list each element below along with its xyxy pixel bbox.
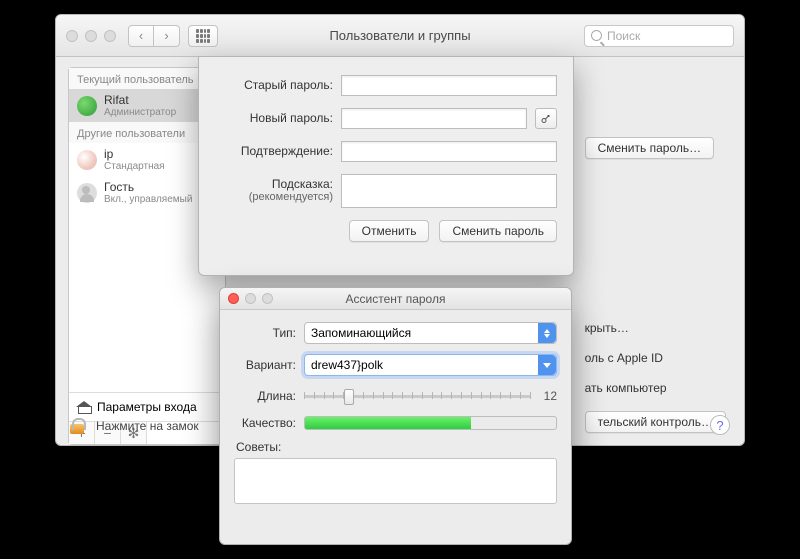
grid-icon <box>196 29 210 43</box>
variant-input[interactable] <box>305 355 538 375</box>
length-label: Длина: <box>234 389 296 403</box>
tips-label: Советы: <box>236 440 557 454</box>
quality-meter <box>304 416 557 430</box>
back-button[interactable]: ‹ <box>128 25 154 47</box>
variant-combo[interactable] <box>304 354 557 376</box>
search-placeholder: Поиск <box>607 29 640 43</box>
old-password-field[interactable] <box>341 75 557 96</box>
slider-thumb[interactable] <box>344 389 354 405</box>
length-slider[interactable] <box>304 386 531 406</box>
chevron-down-icon[interactable] <box>538 355 556 375</box>
user-role: Администратор <box>104 107 176 118</box>
link-computer-action[interactable]: ать компьютер <box>585 381 667 395</box>
quality-fill <box>305 417 471 429</box>
assistant-titlebar[interactable]: Ассистент пароля <box>220 288 571 310</box>
window-controls[interactable] <box>66 30 116 42</box>
user-name: Гость <box>104 180 192 194</box>
lock-icon <box>68 417 86 435</box>
appleid-action[interactable]: оль с Apple ID <box>585 351 663 365</box>
user-name: ip <box>104 147 165 161</box>
lock-text: Нажмите на замок <box>96 419 199 433</box>
search-input[interactable]: Поиск <box>584 25 734 47</box>
password-assistant-button[interactable] <box>535 108 557 129</box>
hint-field[interactable] <box>341 174 557 208</box>
variant-label: Вариант: <box>234 358 296 372</box>
user-name: Rifat <box>104 93 176 107</box>
open-action[interactable]: крыть… <box>585 321 629 335</box>
quality-label: Качество: <box>234 416 296 430</box>
chevron-updown-icon <box>538 323 556 343</box>
avatar-icon <box>77 96 97 116</box>
confirm-password-label: Подтверждение: <box>215 141 333 158</box>
type-label: Тип: <box>234 326 296 340</box>
change-password-button[interactable]: Сменить пароль… <box>585 137 715 159</box>
hint-label: Подсказка: (рекомендуется) <box>215 174 333 203</box>
change-password-sheet: Старый пароль: Новый пароль: Подтвержден… <box>198 56 574 276</box>
zoom-icon[interactable] <box>104 30 116 42</box>
new-password-field[interactable] <box>341 108 527 129</box>
show-all-button[interactable] <box>188 25 218 47</box>
forward-button[interactable]: › <box>154 25 180 47</box>
length-value: 12 <box>539 389 557 403</box>
minimize-icon[interactable] <box>85 30 97 42</box>
submit-button[interactable]: Сменить пароль <box>439 220 557 242</box>
cancel-button[interactable]: Отменить <box>349 220 430 242</box>
password-assistant-window: Ассистент пароля Тип: Запоминающийся Вар… <box>219 287 572 545</box>
help-button[interactable]: ? <box>710 415 730 435</box>
toolbar: ‹ › Пользователи и группы Поиск <box>56 15 744 57</box>
type-popup[interactable]: Запоминающийся <box>304 322 557 344</box>
tips-box <box>234 458 557 504</box>
close-icon[interactable] <box>66 30 78 42</box>
assistant-title: Ассистент пароля <box>220 292 571 306</box>
user-role: Стандартная <box>104 161 165 172</box>
login-options-label: Параметры входа <box>97 400 197 414</box>
nav-back-forward: ‹ › <box>128 25 180 47</box>
old-password-label: Старый пароль: <box>215 75 333 92</box>
avatar-icon <box>77 183 97 203</box>
avatar-icon <box>77 150 97 170</box>
confirm-password-field[interactable] <box>341 141 557 162</box>
type-value: Запоминающийся <box>311 326 411 340</box>
home-icon <box>77 401 91 413</box>
user-role: Вкл., управляемый <box>104 194 192 205</box>
new-password-label: Новый пароль: <box>215 108 333 125</box>
search-icon <box>591 30 602 41</box>
key-icon <box>540 113 552 125</box>
